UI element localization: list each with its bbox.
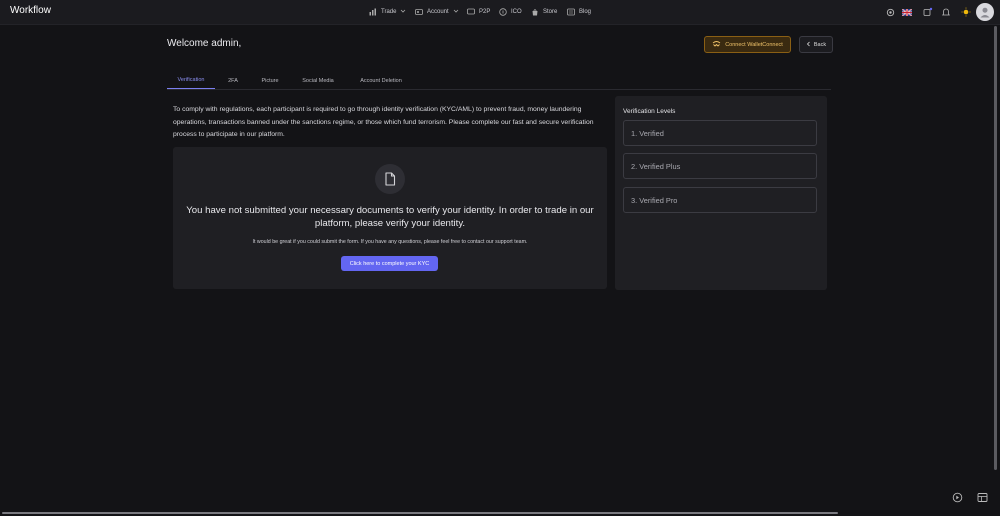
trade-icon [368,8,377,17]
tab-picture[interactable]: Picture [257,72,283,89]
verification-levels-panel: Verification Levels 1. Verified 2. Verif… [615,96,827,290]
page-title: Welcome admin, [167,38,242,49]
nav-blog[interactable]: Blog [566,0,591,24]
nav-p2p[interactable]: P2P [466,0,490,24]
app-logo-title[interactable]: Workflow [10,5,51,16]
user-avatar[interactable] [976,3,994,21]
top-navbar: Workflow Trade Account P2P ICO Store Blo… [0,0,1000,25]
nav-trade-label: Trade [381,9,397,15]
level-item-verified-plus[interactable]: 2. Verified Plus [623,153,817,179]
level-item-verified[interactable]: 1. Verified [623,120,817,146]
theme-sun-icon[interactable] [961,0,971,24]
tab-social-media[interactable]: Social Media [298,72,338,89]
wallet-icon[interactable] [923,0,933,24]
horizontal-scrollbar[interactable] [2,512,838,514]
kyc-warning-title: You have not submitted your necessary do… [186,205,594,229]
kyc-status-card: You have not submitted your necessary do… [173,147,607,289]
nav-blog-label: Blog [579,9,592,15]
layout-panel-icon[interactable] [975,490,989,504]
level-item-verified-pro[interactable]: 3. Verified Pro [623,187,817,213]
settings-icon[interactable] [886,0,895,24]
ico-icon [498,8,507,17]
nav-trade[interactable]: Trade [368,0,406,24]
nav-ico-label: ICO [511,9,522,15]
settings-tabs: Verification 2FA Picture Social Media Ac… [167,72,831,90]
tab-2fa[interactable]: 2FA [223,72,243,89]
nav-account[interactable]: Account [414,0,459,24]
nav-ico[interactable]: ICO [498,0,522,24]
kyc-warning-subtitle: It would be great if you could submit th… [252,239,528,245]
back-label: Back [813,41,827,48]
nav-store-label: Store [543,9,558,15]
account-icon [414,8,423,17]
store-icon [530,8,539,17]
chevron-left-icon [806,41,811,49]
chat-support-icon[interactable] [950,490,964,504]
p2p-icon [466,8,475,17]
connect-walletconnect-label: Connect WalletConnect [725,41,783,48]
complete-kyc-button[interactable]: Click here to complete your KYC [341,256,438,271]
vertical-scrollbar[interactable] [994,26,997,470]
tab-account-deletion[interactable]: Account Deletion [355,72,407,89]
kyc-intro-text: To comply with regulations, each partici… [173,106,594,138]
verification-levels-title: Verification Levels [623,108,676,115]
nav-p2p-label: P2P [479,9,491,15]
uk-flag-icon[interactable] [902,0,912,24]
document-icon [375,164,405,194]
chevron-down-icon [400,8,406,16]
connect-walletconnect-button[interactable]: Connect WalletConnect [704,36,791,53]
tab-verification[interactable]: Verification [167,72,215,89]
nav-store[interactable]: Store [530,0,557,24]
blog-icon [566,8,575,17]
walletconnect-icon [712,40,721,49]
bell-icon[interactable] [942,0,950,24]
chevron-down-icon [453,8,459,16]
back-button[interactable]: Back [799,36,833,53]
nav-account-label: Account [427,9,449,15]
